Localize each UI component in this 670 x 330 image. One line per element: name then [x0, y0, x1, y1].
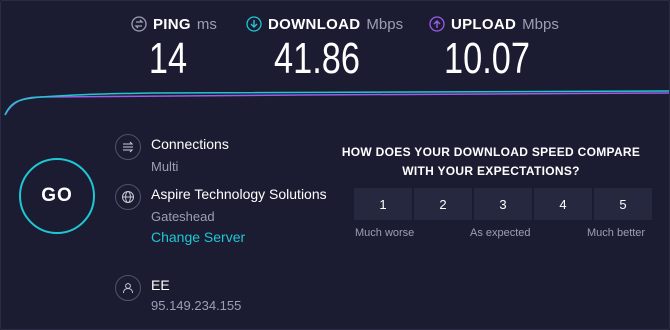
upload-unit: Mbps: [522, 15, 559, 33]
upload-graph-line: [4, 92, 669, 116]
rating-option-5[interactable]: 5: [594, 188, 652, 220]
upload-arrow-icon: [429, 16, 445, 32]
upload-metric: UPLOAD Mbps 10.07: [429, 13, 559, 83]
speedtest-panel: PING ms 14 DOWNLOAD Mbps 41.86 UPLOAD Mb…: [0, 0, 670, 330]
provider-name: EE: [151, 277, 170, 293]
upload-value: 10.07: [444, 34, 530, 83]
rating-option-2[interactable]: 2: [414, 188, 472, 220]
connections-icon[interactable]: [115, 134, 141, 160]
provider-ip: 95.149.234.155: [151, 298, 242, 313]
ping-unit: ms: [196, 15, 217, 33]
rating-option-3[interactable]: 3: [474, 188, 532, 220]
go-label: GO: [41, 185, 73, 206]
rating-option-1[interactable]: 1: [354, 188, 412, 220]
rating-option-4[interactable]: 4: [534, 188, 592, 220]
download-arrow-icon: [246, 16, 262, 32]
speed-graph: [4, 90, 669, 116]
upload-header: UPLOAD Mbps: [429, 13, 559, 35]
go-button[interactable]: GO: [19, 158, 95, 234]
download-metric: DOWNLOAD Mbps 41.86: [246, 13, 406, 83]
connections-title: Connections: [151, 136, 229, 152]
server-name: Aspire Technology Solutions: [151, 186, 327, 202]
scale-mid-label: As expected: [470, 227, 531, 239]
change-server-link[interactable]: Change Server: [151, 227, 331, 247]
globe-icon: [115, 184, 141, 210]
ping-label: PING: [153, 15, 191, 33]
ping-icon: [131, 16, 147, 32]
user-icon: [115, 275, 141, 301]
server-location: Gateshead: [151, 209, 215, 224]
connections-mode: Multi: [151, 159, 179, 174]
download-value: 41.86: [274, 34, 360, 83]
connections-info: Connections Multi: [115, 134, 229, 174]
upload-label: UPLOAD: [451, 15, 517, 33]
ping-value: 14: [148, 34, 188, 83]
rating-options: 1 2 3 4 5: [354, 188, 652, 220]
download-header: DOWNLOAD Mbps: [246, 13, 406, 35]
provider-info: EE 95.149.234.155: [115, 275, 241, 313]
survey-question: HOW DOES YOUR DOWNLOAD SPEED COMPARE WIT…: [341, 145, 641, 178]
server-info: Aspire Technology Solutions Gateshead Ch…: [115, 184, 327, 245]
download-label: DOWNLOAD: [268, 15, 361, 33]
download-unit: Mbps: [366, 15, 404, 33]
ping-metric: PING ms 14: [131, 13, 231, 83]
scale-high-label: Much better: [587, 227, 646, 239]
scale-low-label: Much worse: [355, 227, 415, 239]
ping-header: PING ms: [131, 13, 231, 35]
